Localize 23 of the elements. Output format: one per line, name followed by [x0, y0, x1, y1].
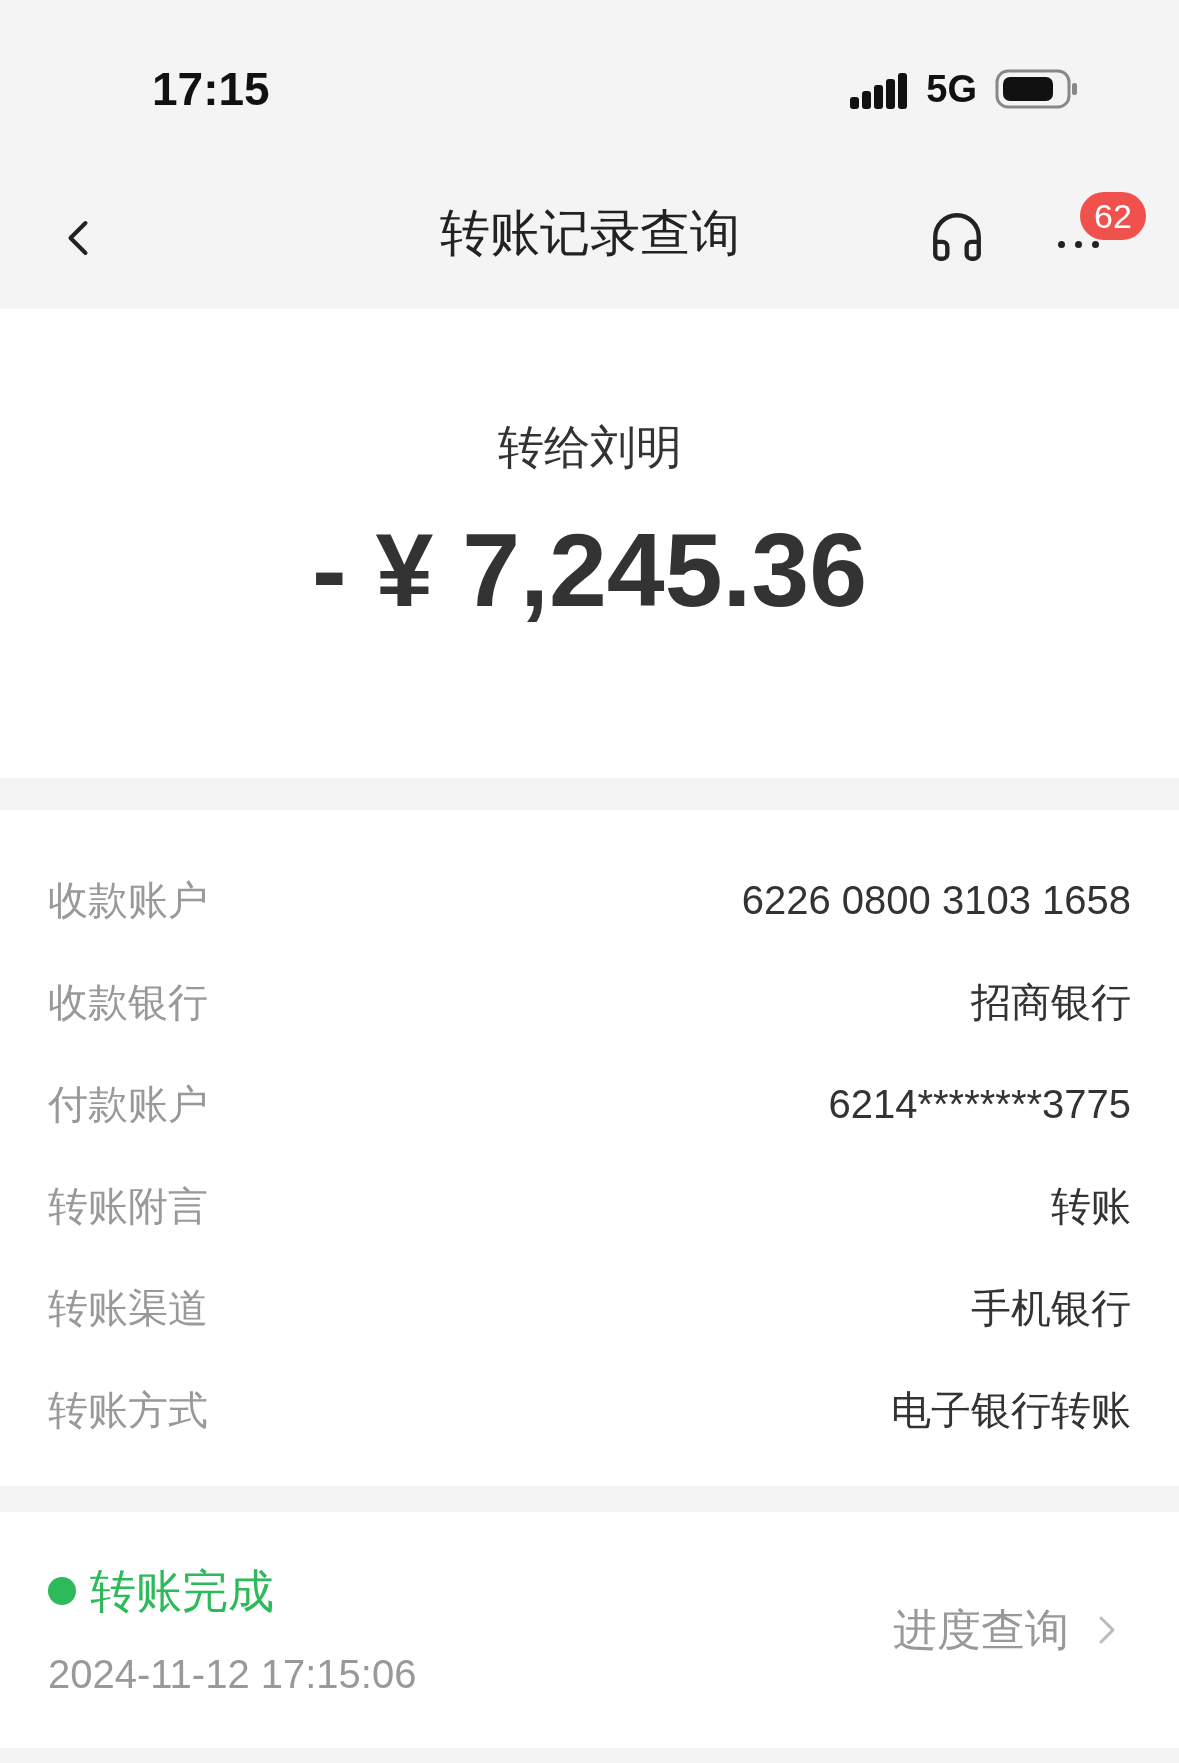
status-time: 17:15: [152, 61, 270, 117]
notification-badge: 62: [1080, 192, 1146, 240]
detail-label: 付款账户: [48, 1081, 208, 1128]
more-button[interactable]: [1058, 240, 1099, 248]
detail-value: 电子银行转账: [891, 1387, 1131, 1434]
payee-label: 转给刘明: [497, 420, 682, 475]
detail-label: 转账附言: [48, 1183, 208, 1230]
detail-label: 收款银行: [48, 979, 208, 1026]
amount: - ¥ 7,245.36: [311, 518, 868, 622]
detail-value: 6226 0800 3103 1658: [741, 877, 1131, 924]
network-label: 5G: [926, 66, 977, 112]
status-time: 2024-11-12 17:15:06: [48, 1650, 417, 1698]
detail-value: 手机银行: [971, 1285, 1131, 1332]
progress-query-link[interactable]: 进度查询: [893, 1597, 1131, 1663]
page-title: 转账记录查询: [439, 204, 740, 263]
status-text: 转账完成: [90, 1563, 274, 1619]
detail-value: 招商银行: [971, 979, 1131, 1026]
detail-label: 转账渠道: [48, 1285, 208, 1332]
detail-value: 6214********3775: [828, 1081, 1131, 1128]
detail-label: 转账方式: [48, 1387, 208, 1434]
detail-label: 收款账户: [48, 877, 208, 924]
battery-icon: [995, 69, 1079, 109]
detail-value: 转账: [1051, 1183, 1131, 1230]
